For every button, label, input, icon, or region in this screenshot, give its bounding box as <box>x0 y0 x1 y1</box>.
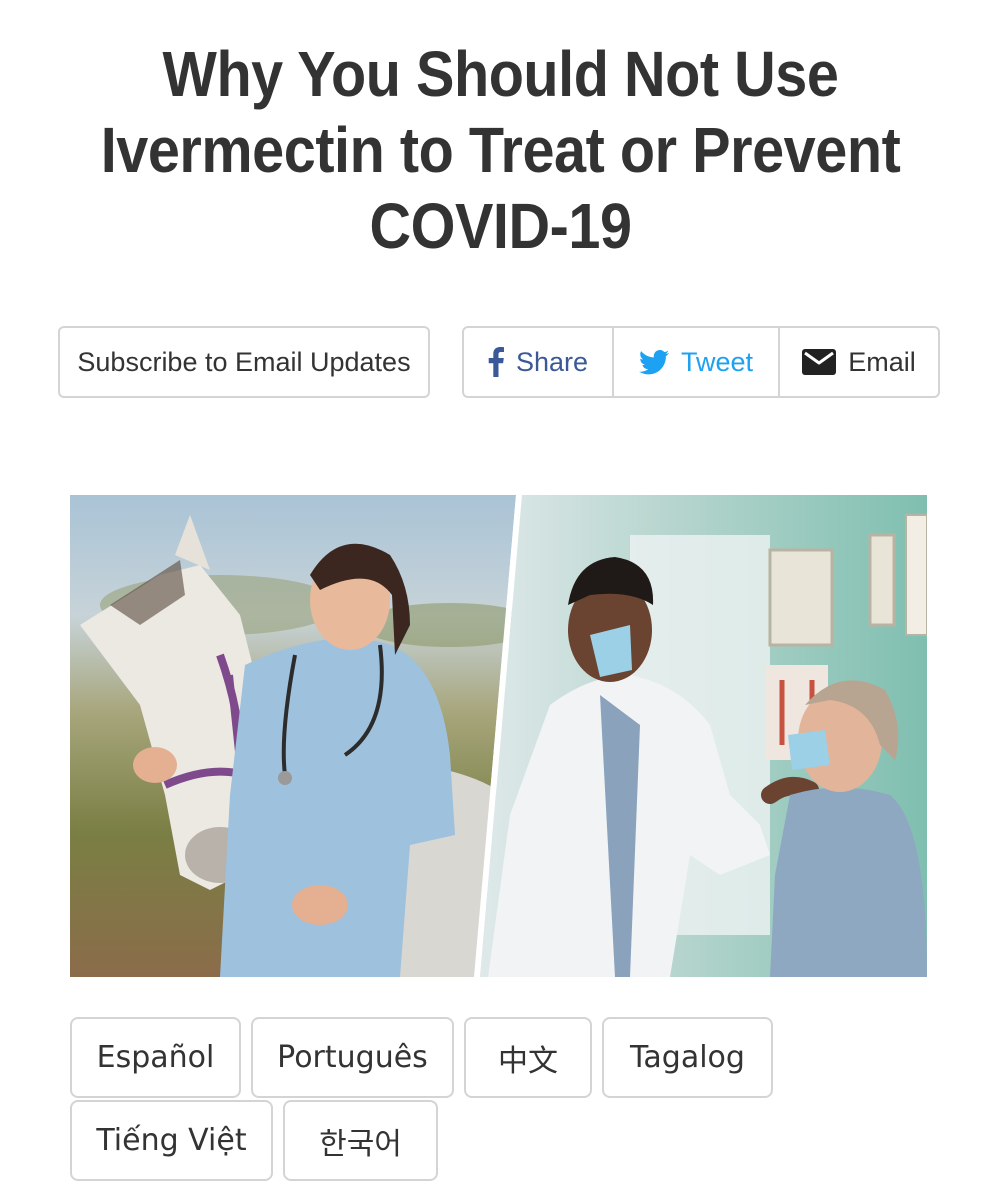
social-share-bar: Share Tweet Email <box>462 326 940 398</box>
language-link[interactable]: Tiếng Việt <box>70 1100 273 1181</box>
language-link[interactable]: 中文 <box>464 1017 592 1098</box>
twitter-tweet-button[interactable]: Tweet <box>612 328 778 396</box>
email-share-button[interactable]: Email <box>778 328 938 396</box>
language-label: Português <box>277 1040 428 1075</box>
language-link[interactable]: Español <box>70 1017 241 1098</box>
language-label: Tiếng Việt <box>96 1123 247 1158</box>
hero-image <box>70 495 927 977</box>
facebook-share-button[interactable]: Share <box>464 328 612 396</box>
language-link[interactable]: 한국어 <box>283 1100 438 1181</box>
subscribe-label: Subscribe to Email Updates <box>77 346 411 377</box>
title-line-3: COVID-19 <box>369 190 632 262</box>
share-label: Share <box>515 346 589 377</box>
language-label: 한국어 <box>319 1126 402 1162</box>
title-line-1: Why You Should Not Use <box>162 38 839 110</box>
envelope-icon <box>802 349 837 375</box>
twitter-icon <box>638 349 669 375</box>
language-link[interactable]: Tagalog <box>602 1017 773 1098</box>
language-link[interactable]: Português <box>251 1017 454 1098</box>
email-label: Email <box>848 346 916 377</box>
doctor-with-patient-photo <box>480 495 927 977</box>
facebook-icon <box>488 347 504 377</box>
subscribe-email-button[interactable]: Subscribe to Email Updates <box>58 326 430 398</box>
language-label: Tagalog <box>630 1040 745 1075</box>
language-label: 中文 <box>498 1043 558 1079</box>
language-label: Español <box>96 1040 215 1075</box>
tweet-label: Tweet <box>680 346 754 377</box>
page-title: Why You Should Not Use Ivermectin to Tre… <box>86 36 915 264</box>
title-line-2: Ivermectin to Treat or Prevent <box>100 114 901 186</box>
